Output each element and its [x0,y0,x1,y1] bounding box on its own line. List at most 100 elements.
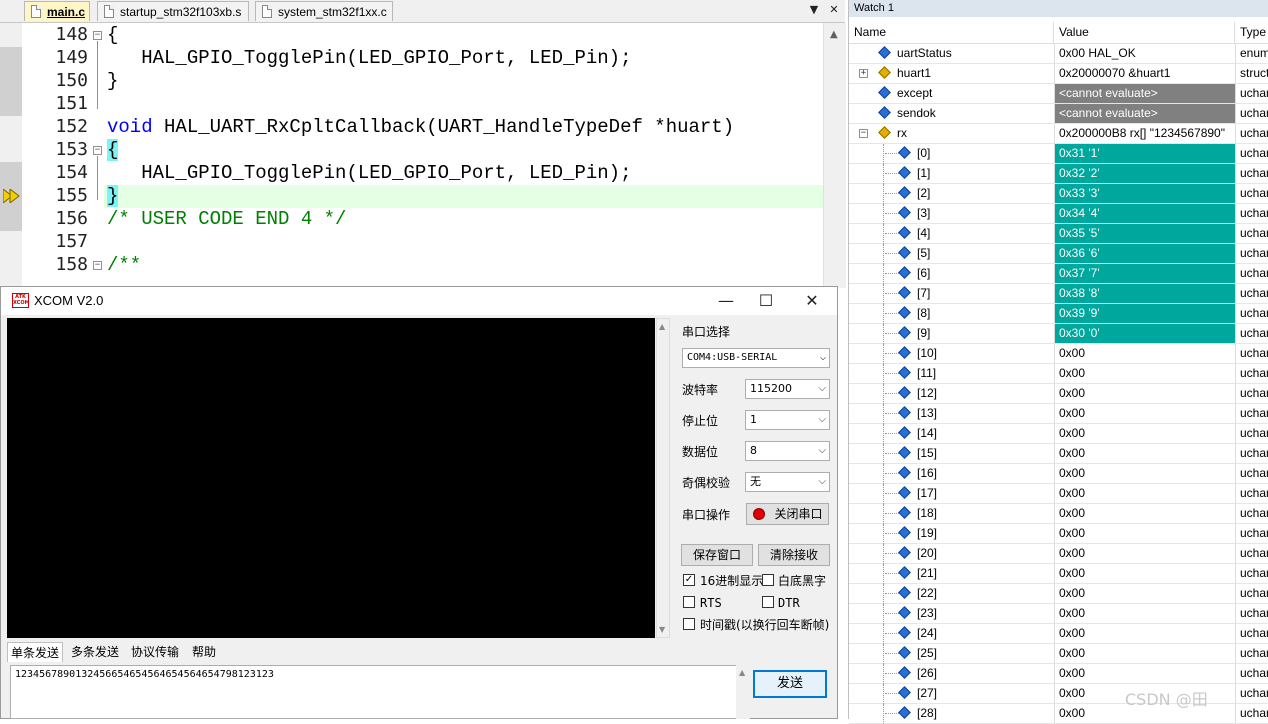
receive-area[interactable] [7,318,655,638]
code-line[interactable]: } [107,185,119,208]
code-line[interactable]: { [107,139,119,162]
receive-scrollbar[interactable]: ▲ ▼ [656,318,670,638]
watch-value[interactable]: <cannot evaluate> [1054,104,1235,123]
watch-name[interactable]: [23] [849,604,1054,623]
watch-name[interactable]: [24] [849,624,1054,643]
watch-value[interactable]: 0x34 '4' [1054,204,1235,223]
watch-value[interactable]: 0x31 '1' [1054,144,1235,163]
watch-row[interactable]: [24] 0x00 uchar [849,624,1268,644]
watch-row[interactable]: [13] 0x00 uchar [849,404,1268,424]
hex-display-checkbox[interactable]: ✓ [683,574,695,586]
watch-name[interactable]: [14] [849,424,1054,443]
watch-name[interactable]: [25] [849,644,1054,663]
column-header-type[interactable]: Type [1235,22,1268,43]
fold-toggle-icon[interactable]: − [93,261,102,270]
watch-row[interactable]: [5] 0x36 '6' uchar [849,244,1268,264]
tab-multi-send[interactable]: 多条发送 [68,642,122,662]
watch-row[interactable]: [8] 0x39 '9' uchar [849,304,1268,324]
watch-name[interactable]: [15] [849,444,1054,463]
watch-value[interactable]: 0x00 [1054,344,1235,363]
watch-row[interactable]: [25] 0x00 uchar [849,644,1268,664]
send-scrollbar[interactable]: ▲ [736,665,750,719]
watch-value[interactable]: 0x00 [1054,444,1235,463]
dtr-checkbox[interactable] [762,596,774,608]
watch-value[interactable]: 0x00 [1054,404,1235,423]
watch-name[interactable]: [22] [849,584,1054,603]
watch-row[interactable]: [12] 0x00 uchar [849,384,1268,404]
baud-select[interactable]: 115200 ⌵ [745,379,830,399]
watch-row[interactable]: [26] 0x00 uchar [849,664,1268,684]
code-line-comment[interactable]: /** [107,254,141,277]
watch-value[interactable]: 0x00 [1054,384,1235,403]
watch-name[interactable]: [26] [849,664,1054,683]
scroll-down-icon[interactable]: ▼ [659,625,665,634]
watch-row[interactable]: [0] 0x31 '1' uchar [849,144,1268,164]
watch-name[interactable]: sendok [849,104,1054,123]
watch-row[interactable]: sendok <cannot evaluate> uchar [849,104,1268,124]
watch-value[interactable]: 0x00 [1054,544,1235,563]
watch-name[interactable]: [19] [849,524,1054,543]
white-background-checkbox[interactable] [762,574,774,586]
watch-window[interactable]: Watch 1 Name Value Type uartStatus 0x00 H… [848,0,1268,724]
watch-row[interactable]: − rx 0x200000B8 rx[] "1234567890" uchar [849,124,1268,144]
code-line[interactable]: HAL_GPIO_TogglePin(LED_GPIO_Port, LED_Pi… [107,47,631,70]
tab-help[interactable]: 帮助 [189,642,219,662]
watch-value[interactable]: 0x00 [1054,604,1235,623]
watch-name[interactable]: [2] [849,184,1054,203]
watch-value[interactable]: 0x00 [1054,624,1235,643]
fold-toggle-icon[interactable]: − [93,31,102,40]
tab-system-file[interactable]: system_stm32f1xx.c [255,1,393,21]
watch-value[interactable]: 0x20000070 &huart1 [1054,64,1235,83]
watch-row[interactable]: [20] 0x00 uchar [849,544,1268,564]
parity-select[interactable]: 无 ⌵ [745,472,830,492]
watch-value[interactable]: 0x00 [1054,644,1235,663]
watch-value[interactable]: 0x37 '7' [1054,264,1235,283]
code-line[interactable]: void HAL_UART_RxCpltCallback(UART_Handle… [107,116,734,139]
watch-name[interactable]: uartStatus [849,44,1054,63]
watch-row[interactable]: [18] 0x00 uchar [849,504,1268,524]
fold-toggle-icon[interactable]: − [93,146,102,155]
watch-name[interactable]: [27] [849,684,1054,703]
watch-name[interactable]: [0] [849,144,1054,163]
watch-row[interactable]: [10] 0x00 uchar [849,344,1268,364]
scroll-up-icon[interactable]: ▲ [739,668,745,677]
send-button[interactable]: 发送 [753,670,827,698]
watch-value[interactable]: 0x33 '3' [1054,184,1235,203]
watch-value[interactable]: 0x39 '9' [1054,304,1235,323]
watch-row[interactable]: + huart1 0x20000070 &huart1 struct [849,64,1268,84]
watch-row[interactable]: [2] 0x33 '3' uchar [849,184,1268,204]
close-tab-icon[interactable]: ✕ [826,2,842,18]
watch-value[interactable]: 0x00 [1054,364,1235,383]
save-window-button[interactable]: 保存窗口 [681,544,753,566]
watch-value[interactable]: 0x00 [1054,664,1235,683]
watch-name[interactable]: [20] [849,544,1054,563]
editor-scrollbar[interactable]: ▲ [823,23,846,288]
watch-row[interactable]: [16] 0x00 uchar [849,464,1268,484]
watch-name[interactable]: [6] [849,264,1054,283]
send-input[interactable]: 1234567890132456654654564654564654798123… [10,665,737,719]
port-select[interactable]: COM4:USB-SERIAL ⌵ [682,348,830,368]
watch-value[interactable]: 0x00 [1054,424,1235,443]
watch-name[interactable]: except [849,84,1054,103]
column-header-value[interactable]: Value [1054,22,1235,43]
watch-row[interactable]: [4] 0x35 '5' uchar [849,224,1268,244]
watch-value[interactable]: 0x00 [1054,504,1235,523]
watch-row[interactable]: uartStatus 0x00 HAL_OK enum [849,44,1268,64]
watch-row[interactable]: [3] 0x34 '4' uchar [849,204,1268,224]
watch-name[interactable]: [8] [849,304,1054,323]
watch-name[interactable]: [3] [849,204,1054,223]
rts-checkbox[interactable] [683,596,695,608]
watch-name[interactable]: [28] [849,704,1054,723]
minimize-icon[interactable]: — [716,291,736,311]
watch-value[interactable]: 0x32 '2' [1054,164,1235,183]
watch-name[interactable]: rx [849,124,1054,143]
tab-protocol[interactable]: 协议传输 [128,642,182,662]
watch-value[interactable]: 0x30 '0' [1054,324,1235,343]
watch-row[interactable]: [21] 0x00 uchar [849,564,1268,584]
close-port-button[interactable]: 关闭串口 [746,503,829,525]
code-line[interactable]: HAL_GPIO_TogglePin(LED_GPIO_Port, LED_Pi… [107,162,631,185]
watch-name[interactable]: [12] [849,384,1054,403]
watch-row[interactable]: [22] 0x00 uchar [849,584,1268,604]
watch-name[interactable]: [16] [849,464,1054,483]
maximize-icon[interactable]: ☐ [756,291,776,311]
